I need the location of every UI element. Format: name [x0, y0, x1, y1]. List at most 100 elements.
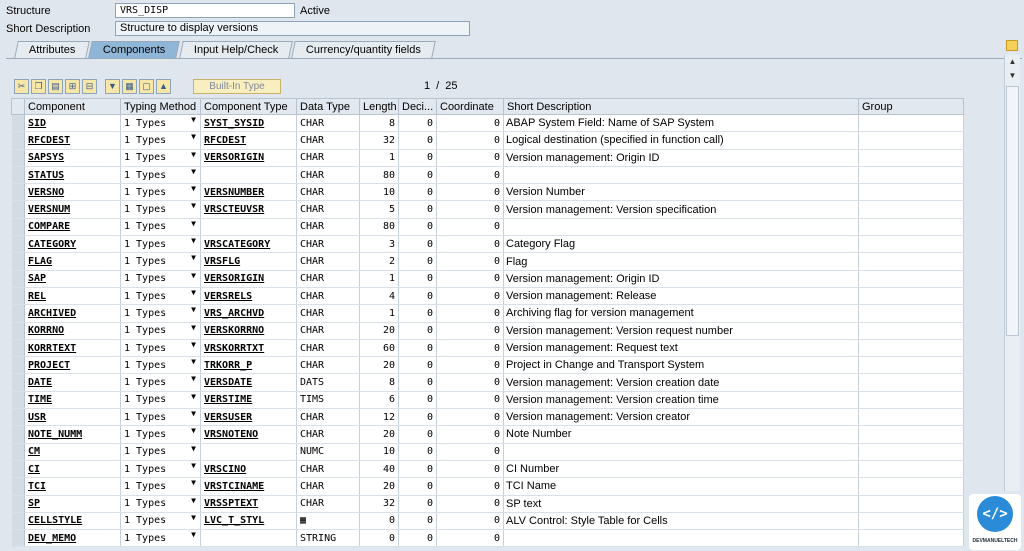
- row-selector[interactable]: [11, 183, 25, 202]
- coordinate-cell[interactable]: 0: [436, 512, 504, 531]
- decimals-cell[interactable]: 0: [398, 200, 437, 219]
- coordinate-cell[interactable]: 0: [436, 200, 504, 219]
- dropdown-arrow-icon[interactable]: ▼: [191, 288, 196, 297]
- component-type-cell[interactable]: VERSNUMBER: [200, 183, 297, 202]
- component-type-cell[interactable]: VERSRELS: [200, 287, 297, 306]
- component-type-cell[interactable]: VERSORIGIN: [200, 149, 297, 167]
- decimals-cell[interactable]: 0: [398, 495, 437, 513]
- row-selector[interactable]: [11, 270, 25, 288]
- coordinate-cell[interactable]: 0: [436, 391, 504, 410]
- column-header-typing-method[interactable]: Typing Method: [120, 98, 201, 115]
- component-cell[interactable]: FLAG: [24, 252, 121, 271]
- copy-button[interactable]: ❐: [31, 78, 46, 94]
- data-type-cell[interactable]: NUMC: [296, 443, 360, 461]
- dropdown-arrow-icon[interactable]: ▼: [191, 513, 196, 522]
- short-description-cell[interactable]: Note Number: [503, 425, 859, 444]
- component-type-cell[interactable]: SYST_SYSID: [200, 114, 297, 133]
- coordinate-cell[interactable]: 0: [436, 408, 504, 427]
- decimals-cell[interactable]: 0: [398, 391, 437, 410]
- component-type-cell[interactable]: VERSORIGIN: [200, 270, 297, 288]
- short-description-cell[interactable]: ALV Control: Style Table for Cells: [503, 512, 859, 531]
- dropdown-arrow-icon[interactable]: ▼: [191, 392, 196, 401]
- coordinate-cell[interactable]: 0: [436, 235, 504, 254]
- length-cell[interactable]: 8: [359, 114, 399, 133]
- coordinate-cell[interactable]: 0: [436, 183, 504, 202]
- decimals-cell[interactable]: 0: [398, 252, 437, 271]
- coordinate-cell[interactable]: 0: [436, 356, 504, 375]
- component-cell[interactable]: TIME: [24, 391, 121, 410]
- table-row[interactable]: DEV_MEMO 1 Types ▼ STRING 0 0 0: [11, 529, 964, 548]
- dropdown-arrow-icon[interactable]: ▼: [191, 409, 196, 418]
- dropdown-arrow-icon[interactable]: ▼: [191, 236, 196, 245]
- short-description-cell[interactable]: [503, 529, 859, 548]
- component-cell[interactable]: KORRNO: [24, 322, 121, 340]
- coordinate-cell[interactable]: 0: [436, 287, 504, 306]
- component-cell[interactable]: CELLSTYLE: [24, 512, 121, 531]
- vertical-scrollbar[interactable]: ▲ ▼: [1004, 55, 1020, 491]
- length-cell[interactable]: 6: [359, 391, 399, 410]
- group-cell[interactable]: [858, 425, 964, 444]
- dropdown-arrow-icon[interactable]: ▼: [191, 426, 196, 435]
- group-cell[interactable]: [858, 252, 964, 271]
- typing-method-cell[interactable]: 1 Types ▼: [120, 304, 201, 323]
- decimals-cell[interactable]: 0: [398, 149, 437, 167]
- dropdown-arrow-icon[interactable]: ▼: [191, 115, 196, 124]
- group-cell[interactable]: [858, 443, 964, 461]
- dropdown-arrow-icon[interactable]: ▼: [191, 219, 196, 228]
- dropdown-arrow-icon[interactable]: ▼: [191, 305, 196, 314]
- component-type-cell[interactable]: VRSSPTEXT: [200, 495, 297, 513]
- coordinate-cell[interactable]: 0: [436, 166, 504, 185]
- short-description-cell[interactable]: [503, 218, 859, 237]
- short-description-cell[interactable]: CI Number: [503, 460, 859, 479]
- component-cell[interactable]: USR: [24, 408, 121, 427]
- tab-components[interactable]: Components: [88, 41, 181, 58]
- data-type-cell[interactable]: CHAR: [296, 200, 360, 219]
- component-type-cell[interactable]: RFCDEST: [200, 131, 297, 150]
- data-type-cell[interactable]: CHAR: [296, 339, 360, 358]
- row-selector[interactable]: [11, 391, 25, 410]
- short-description-cell[interactable]: ABAP System Field: Name of SAP System: [503, 114, 859, 133]
- row-selector[interactable]: [11, 443, 25, 461]
- row-selector[interactable]: [11, 166, 25, 185]
- length-cell[interactable]: 10: [359, 183, 399, 202]
- component-cell[interactable]: REL: [24, 287, 121, 306]
- short-description-cell[interactable]: Version management: Version creation tim…: [503, 391, 859, 410]
- data-type-cell[interactable]: TIMS: [296, 391, 360, 410]
- coordinate-cell[interactable]: 0: [436, 460, 504, 479]
- length-cell[interactable]: 20: [359, 425, 399, 444]
- short-description-cell[interactable]: Flag: [503, 252, 859, 271]
- decimals-cell[interactable]: 0: [398, 460, 437, 479]
- component-cell[interactable]: NOTE_NUMM: [24, 425, 121, 444]
- table-row[interactable]: CATEGORY 1 Types ▼ VRSCATEGORY CHAR 3 0 0 Catego…: [11, 235, 964, 254]
- typing-method-cell[interactable]: 1 Types ▼: [120, 322, 201, 340]
- row-selector[interactable]: [11, 304, 25, 323]
- table-row[interactable]: SID 1 Types ▼ SYST_SYSID CHAR 8 0 0 ABAP System …: [11, 114, 964, 133]
- short-description-cell[interactable]: TCI Name: [503, 477, 859, 496]
- length-cell[interactable]: 0: [359, 512, 399, 531]
- table-row[interactable]: VERSNO 1 Types ▼ VERSNUMBER CHAR 10 0 0 Version …: [11, 183, 964, 202]
- group-cell[interactable]: [858, 304, 964, 323]
- data-type-cell[interactable]: CHAR: [296, 218, 360, 237]
- decimals-cell[interactable]: 0: [398, 373, 437, 392]
- component-cell[interactable]: COMPARE: [24, 218, 121, 237]
- table-row[interactable]: PROJECT 1 Types ▼ TRKORR_P CHAR 20 0 0 Project i…: [11, 356, 964, 375]
- length-cell[interactable]: 32: [359, 495, 399, 513]
- length-cell[interactable]: 80: [359, 218, 399, 237]
- typing-method-cell[interactable]: 1 Types ▼: [120, 166, 201, 185]
- short-description-cell[interactable]: Archiving flag for version management: [503, 304, 859, 323]
- coordinate-cell[interactable]: 0: [436, 149, 504, 167]
- data-type-cell[interactable]: CHAR: [296, 408, 360, 427]
- dropdown-arrow-icon[interactable]: ▼: [191, 271, 196, 280]
- row-selector[interactable]: [11, 408, 25, 427]
- decimals-cell[interactable]: 0: [398, 512, 437, 531]
- typing-method-cell[interactable]: 1 Types ▼: [120, 183, 201, 202]
- group-cell[interactable]: [858, 166, 964, 185]
- component-cell[interactable]: RFCDEST: [24, 131, 121, 150]
- row-selector[interactable]: [11, 495, 25, 513]
- typing-method-cell[interactable]: 1 Types ▼: [120, 114, 201, 133]
- decimals-cell[interactable]: 0: [398, 270, 437, 288]
- row-selector[interactable]: [11, 339, 25, 358]
- tab-input-help-check[interactable]: Input Help/Check: [179, 41, 294, 58]
- row-selector[interactable]: [11, 252, 25, 271]
- typing-method-cell[interactable]: 1 Types ▼: [120, 235, 201, 254]
